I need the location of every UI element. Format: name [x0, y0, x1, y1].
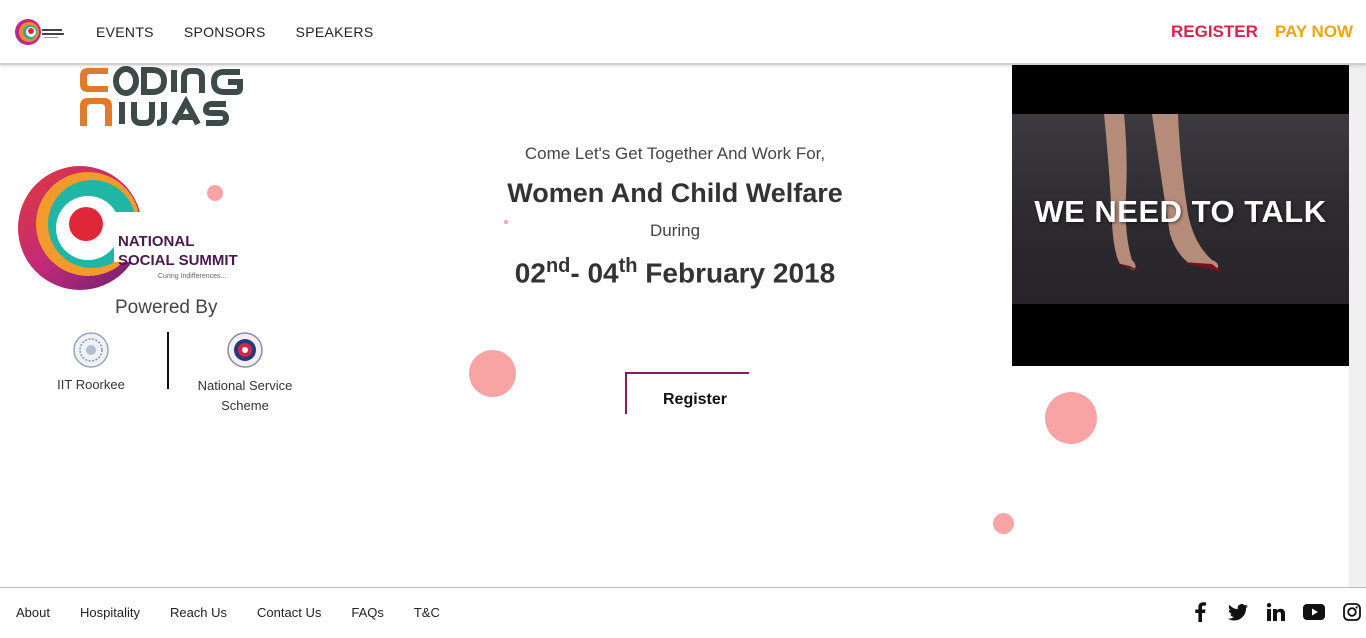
hero-section: Come Let's Get Together And Work For, Wo… — [460, 144, 890, 289]
footer-hospitality[interactable]: Hospitality — [80, 605, 140, 620]
footer-links: About Hospitality Reach Us Contact Us FA… — [16, 605, 440, 620]
hero-cause: Women And Child Welfare — [507, 178, 843, 208]
partner-iit-roorkee[interactable]: IIT Roorkee — [40, 332, 142, 392]
footer-reach-us[interactable]: Reach Us — [170, 605, 227, 620]
decorative-dot — [504, 220, 508, 224]
register-link[interactable]: REGISTER — [1171, 22, 1258, 42]
date-separator: - — [570, 257, 588, 289]
twitter-icon[interactable] — [1226, 600, 1250, 624]
date-start: 02 — [514, 257, 546, 289]
nss-emblem-icon — [227, 332, 263, 368]
nss-title-line2: SOCIAL SUMMIT — [118, 252, 238, 269]
footer: About Hospitality Reach Us Contact Us FA… — [0, 587, 1366, 638]
partner-name: IIT Roorkee — [57, 377, 125, 392]
powered-by-heading: Powered By — [115, 297, 218, 318]
partner-divider — [167, 332, 169, 389]
register-button-label: Register — [662, 391, 728, 408]
footer-about[interactable]: About — [16, 605, 50, 620]
partner-nss[interactable]: National Service Scheme — [180, 332, 310, 416]
date-month-year: February 2018 — [637, 257, 836, 289]
hero-during: During — [649, 221, 701, 240]
top-navbar: EVENTS SPONSORS SPEAKERS REGISTER PAY NO… — [0, 0, 1366, 65]
video-frame: WE NEED TO TALK — [1012, 114, 1349, 304]
hero-tagline: Come Let's Get Together And Work For, — [524, 144, 826, 163]
nss-title-line1: NATIONAL — [118, 233, 194, 250]
footer-faqs[interactable]: FAQs — [351, 605, 384, 620]
promo-video[interactable]: WE NEED TO TALK — [1012, 64, 1349, 366]
nss-logo-icon[interactable] — [14, 16, 66, 48]
decorative-dot — [207, 185, 223, 201]
social-links — [1188, 600, 1364, 624]
date-start-suffix: nd — [545, 255, 571, 277]
linkedin-icon[interactable] — [1264, 600, 1288, 624]
decorative-dot — [1045, 392, 1097, 444]
youtube-icon[interactable] — [1302, 600, 1326, 624]
date-end-suffix: th — [618, 255, 638, 277]
date-end: 04 — [587, 257, 619, 289]
nss-slogan: Curing Indifferences... — [158, 273, 226, 280]
footer-tc[interactable]: T&C — [414, 605, 440, 620]
partner-name: National Service Scheme — [197, 378, 293, 413]
nav-events[interactable]: EVENTS — [96, 24, 154, 40]
event-dates: 02nd- 04th February 2018 — [460, 255, 890, 289]
video-title: WE NEED TO TALK — [1034, 194, 1327, 229]
iit-roorkee-seal-icon — [73, 332, 109, 368]
nav-speakers[interactable]: SPEAKERS — [296, 24, 374, 40]
decorative-dot — [993, 513, 1014, 534]
pay-now-link[interactable]: PAY NOW — [1275, 22, 1353, 42]
coding-ninjas-logo — [80, 66, 243, 126]
instagram-icon[interactable] — [1340, 600, 1364, 624]
main-nav: EVENTS SPONSORS SPEAKERS — [96, 24, 373, 40]
facebook-icon[interactable] — [1188, 600, 1212, 624]
decorative-dot — [469, 350, 516, 397]
nav-sponsors[interactable]: SPONSORS — [184, 24, 266, 40]
page-scrollbar[interactable] — [1349, 64, 1366, 588]
footer-contact-us[interactable]: Contact Us — [257, 605, 321, 620]
hero-register-button[interactable]: Register — [625, 372, 749, 414]
national-social-summit-logo: NATIONAL SOCIAL SUMMIT Curing Indifferen… — [18, 166, 238, 290]
